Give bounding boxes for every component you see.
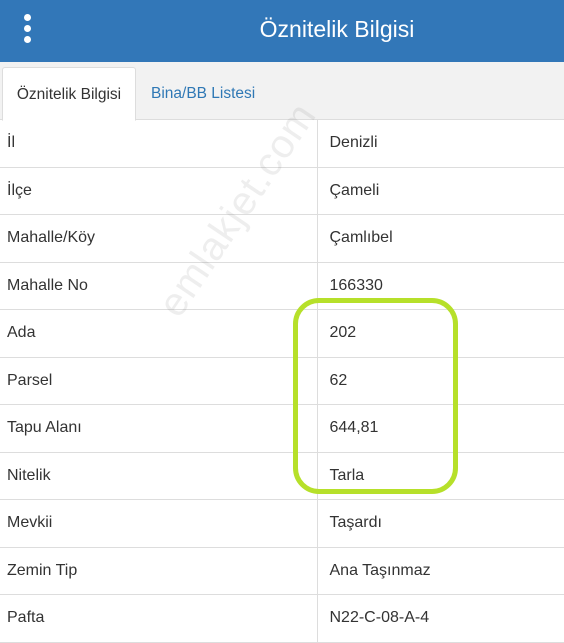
row-value: Ana Taşınmaz (317, 547, 564, 595)
row-value: Taşardı (317, 499, 564, 548)
row-value: Çameli (317, 167, 564, 215)
table-row: Nitelik Tarla (0, 452, 564, 500)
app-header: Öznitelik Bilgisi (0, 0, 564, 62)
tab-building-list[interactable]: Bina/BB Listesi (151, 67, 255, 120)
table-row: Tapu Alanı 644,81 (0, 404, 564, 453)
row-key: Zemin Tip (0, 547, 318, 595)
row-value: 202 (317, 309, 564, 358)
row-value: Denizli (317, 120, 564, 168)
row-key: Mevkii (0, 499, 318, 548)
tab-attribute-info[interactable]: Öznitelik Bilgisi (2, 67, 136, 121)
table-row: Mahalle No 166330 (0, 262, 564, 310)
row-key: Ada (0, 309, 318, 358)
row-value: 166330 (317, 262, 564, 310)
row-value: 62 (317, 357, 564, 405)
row-key: Mahalle/Köy (0, 214, 318, 263)
table-row: Ada 202 (0, 309, 564, 358)
row-key: İlçe (0, 167, 318, 215)
row-value: N22-C-08-A-4 (317, 594, 564, 643)
row-key: Mahalle No (0, 262, 318, 310)
row-key: Nitelik (0, 452, 318, 500)
row-key: Pafta (0, 594, 318, 643)
row-key: İl (0, 120, 318, 168)
table-row: Pafta N22-C-08-A-4 (0, 594, 564, 643)
tab-bar: Öznitelik Bilgisi Bina/BB Listesi (0, 62, 564, 121)
table-row: Mevkii Taşardı (0, 499, 564, 548)
row-value: Tarla (317, 452, 564, 500)
table-row: Mahalle/Köy Çamlıbel (0, 214, 564, 263)
page-title: Öznitelik Bilgisi (259, 16, 415, 42)
row-value: Çamlıbel (317, 214, 564, 263)
table-row: Zemin Tip Ana Taşınmaz (0, 547, 564, 595)
row-key: Parsel (0, 357, 318, 405)
table-row: İl Denizli (0, 120, 564, 168)
row-key: Tapu Alanı (0, 404, 318, 453)
row-value: 644,81 (317, 404, 564, 453)
table-row: Parsel 62 (0, 357, 564, 405)
table-row: İlçe Çameli (0, 167, 564, 215)
attribute-table: İl Denizli İlçe Çameli Mahalle/Köy Çamlı… (0, 120, 564, 643)
